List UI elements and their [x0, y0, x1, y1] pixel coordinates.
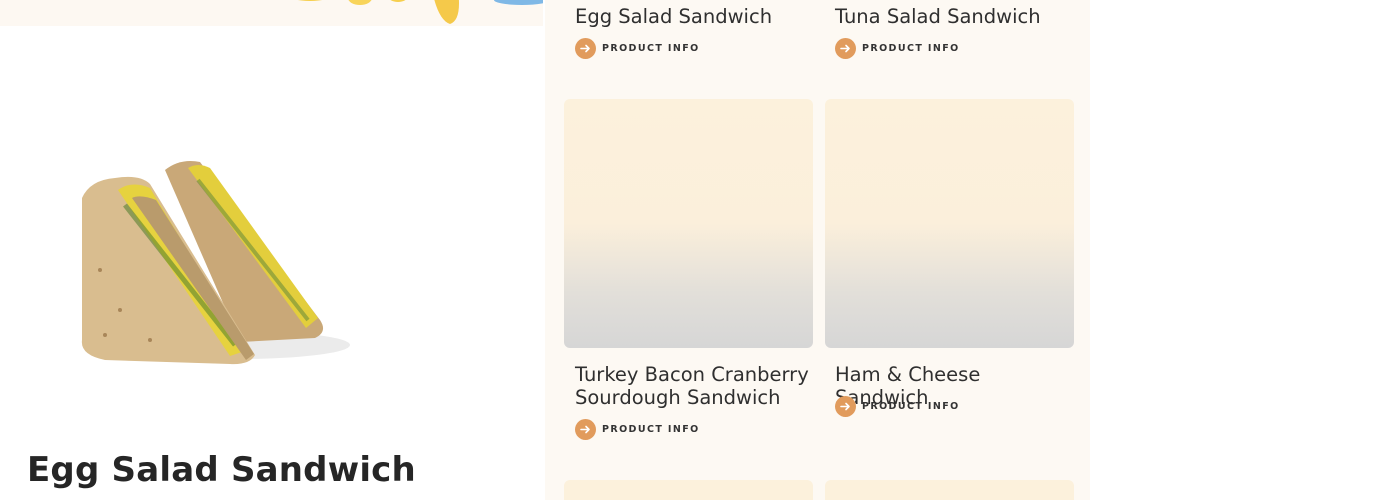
- product-info-link[interactable]: PRODUCT INFO: [835, 38, 960, 59]
- product-card-title[interactable]: Tuna Salad Sandwich: [835, 5, 1075, 28]
- product-detail-panel: Egg Salad Sandwich: [0, 0, 543, 500]
- product-card-title[interactable]: Turkey Bacon Cranberry Sourdough Sandwic…: [575, 363, 815, 409]
- product-info-label: PRODUCT INFO: [602, 424, 700, 435]
- product-card-image[interactable]: [564, 480, 813, 500]
- arrow-right-icon: [575, 419, 596, 440]
- product-info-link[interactable]: PRODUCT INFO: [575, 419, 700, 440]
- product-info-label: PRODUCT INFO: [862, 401, 960, 412]
- product-card-image[interactable]: [825, 99, 1074, 348]
- product-info-label: PRODUCT INFO: [602, 43, 700, 54]
- product-info-label: PRODUCT INFO: [862, 43, 960, 54]
- arrow-right-icon: [835, 38, 856, 59]
- decorative-splash-graphic: [297, 0, 543, 24]
- arrow-right-icon: [835, 396, 856, 417]
- product-info-link[interactable]: PRODUCT INFO: [835, 396, 960, 417]
- product-info-link[interactable]: PRODUCT INFO: [575, 38, 700, 59]
- egg-salad-sandwich-image: [81, 161, 350, 365]
- product-detail-title: Egg Salad Sandwich: [27, 450, 416, 490]
- product-grid: Egg Salad Sandwich PRODUCT INFO Tuna Sal…: [545, 0, 1090, 500]
- hero-banner-strip: [0, 0, 543, 26]
- product-card-title[interactable]: Egg Salad Sandwich: [575, 5, 815, 28]
- product-card-image[interactable]: [825, 480, 1074, 500]
- product-card-image[interactable]: [564, 99, 813, 348]
- arrow-right-icon: [575, 38, 596, 59]
